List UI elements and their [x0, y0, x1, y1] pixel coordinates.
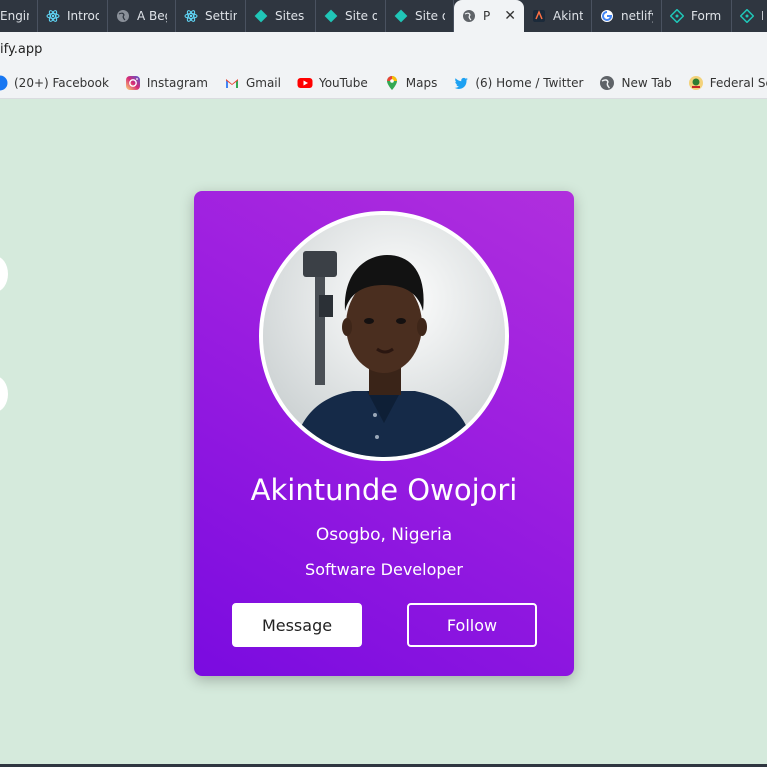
browser-tab[interactable]: Settin [176, 0, 246, 32]
browser-tab[interactable]: Site o [386, 0, 454, 32]
bookmark-label: Instagram [146, 75, 208, 90]
react-icon [46, 9, 60, 23]
react-icon [184, 9, 198, 23]
globe-icon [599, 75, 615, 91]
address-url[interactable]: ify.app [0, 42, 42, 57]
tab-label: Fo [761, 9, 763, 23]
bookmark-label: YouTube [318, 75, 368, 90]
globe-icon [116, 9, 130, 23]
tab-label: Site o [415, 9, 445, 23]
bookmark-label: (6) Home / Twitter [475, 75, 584, 90]
follow-button[interactable]: Follow [407, 603, 537, 647]
address-bar[interactable]: ify.app [0, 32, 767, 67]
tab-label: Sites [275, 9, 305, 23]
profile-location: Osogbo, Nigeria [315, 525, 453, 545]
bookmark-item[interactable]: Gmail [216, 75, 289, 91]
browser-tab[interactable]: Site o [316, 0, 386, 32]
tab-label: A Beg [137, 9, 167, 23]
message-button[interactable]: Message [232, 603, 362, 647]
facebook-icon [0, 75, 8, 91]
bookmark-label: Maps [405, 75, 438, 90]
netlify-diamond-icon [740, 9, 754, 23]
instagram-icon [125, 75, 141, 91]
bookmark-item[interactable]: (20+) Facebook [0, 75, 117, 91]
tab-label: Akint [553, 9, 583, 23]
profile-card: Akintunde Owojori Osogbo, Nigeria Softwa… [194, 191, 574, 676]
side-decoration [0, 376, 8, 412]
seal-icon [688, 75, 704, 91]
twitter-icon [453, 75, 469, 91]
tab-label: Settin [205, 9, 237, 23]
tab-label: Site o [345, 9, 377, 23]
gmail-icon [224, 75, 240, 91]
bookmark-item[interactable]: Maps [376, 75, 446, 91]
tab-label: Pr [483, 9, 491, 23]
browser-tab[interactable]: Engin [0, 0, 38, 32]
tab-label: Form [691, 9, 722, 23]
globe-icon [462, 9, 476, 23]
netlify-diamond-icon [670, 9, 684, 23]
youtube-icon [297, 75, 313, 91]
browser-tab[interactable]: Form [662, 0, 732, 32]
tab-label: netlify [621, 9, 653, 23]
browser-tab[interactable]: A Beg [108, 0, 176, 32]
bookmark-item[interactable]: New Tab [591, 75, 679, 91]
browser-tab[interactable]: Sites [246, 0, 316, 32]
browser-tab[interactable]: Introd [38, 0, 108, 32]
browser-tab[interactable]: netlify [592, 0, 662, 32]
browser-tab-active[interactable]: Pr ✕ [454, 0, 524, 32]
bookmark-item[interactable]: Instagram [117, 75, 216, 91]
tab-label: Introd [67, 9, 99, 23]
profile-name: Akintunde Owojori [250, 473, 518, 507]
bookmark-label: (20+) Facebook [14, 75, 109, 90]
browser-tab[interactable]: Akint [524, 0, 592, 32]
avatar [259, 211, 509, 461]
google-icon [600, 9, 614, 23]
browser-tab[interactable]: Fo [732, 0, 767, 32]
bookmarks-bar: (20+) Facebook Instagram Gmail YouTube M… [0, 67, 767, 99]
bookmark-label: Gmail [245, 75, 281, 90]
bookmark-item[interactable]: (6) Home / Twitter [445, 75, 591, 91]
netlify-icon [324, 9, 338, 23]
bookmark-item[interactable]: Federal Science [680, 75, 767, 91]
bookmark-label: New Tab [621, 75, 672, 90]
app-icon [532, 9, 546, 23]
side-decoration [0, 256, 8, 292]
maps-icon [384, 75, 400, 91]
tab-label: Engin [0, 9, 29, 23]
netlify-icon [254, 9, 268, 23]
bookmark-item[interactable]: YouTube [289, 75, 376, 91]
bookmark-label: Federal Science [709, 75, 767, 90]
close-tab-icon[interactable]: ✕ [504, 8, 516, 24]
browser-tab-strip: Engin Introd A Beg Settin Sites Site o S… [0, 0, 767, 32]
netlify-icon [394, 9, 408, 23]
profile-role: Software Developer [305, 560, 463, 579]
